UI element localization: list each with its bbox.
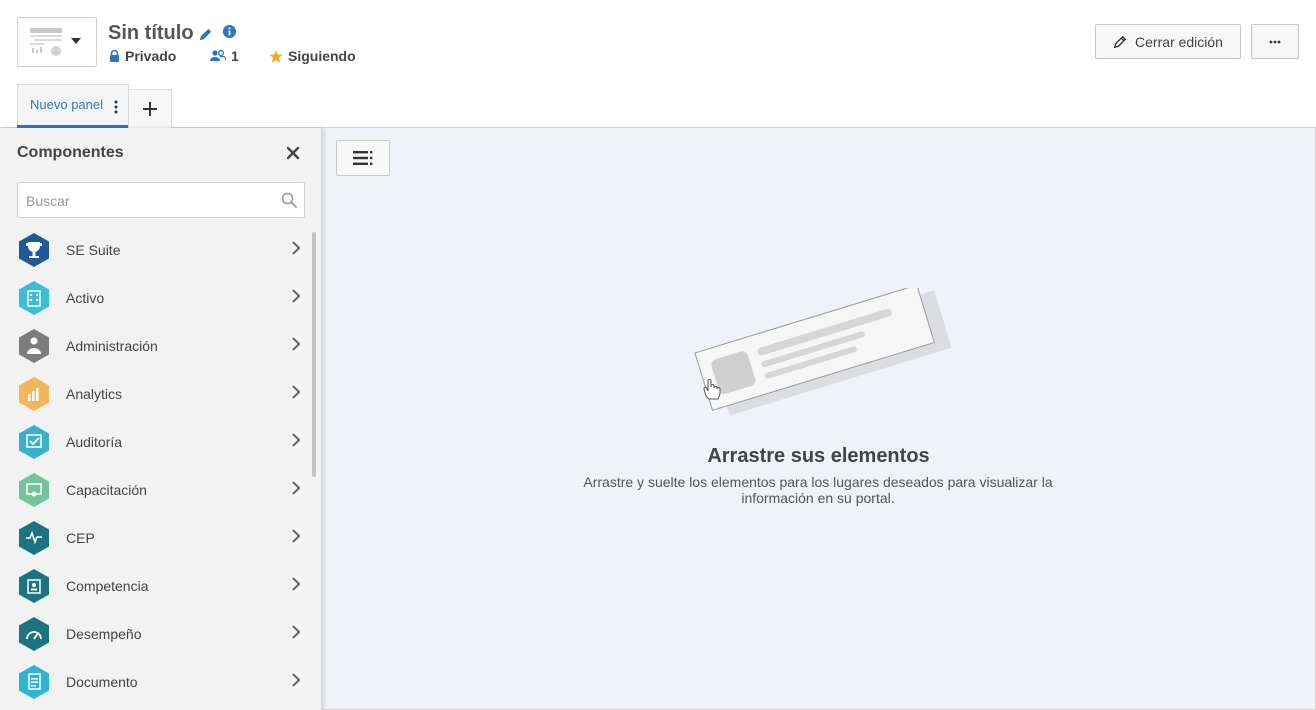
portal-thumbnail-button[interactable]	[17, 17, 97, 67]
members-label: 1	[231, 48, 239, 64]
close-icon[interactable]	[285, 145, 301, 161]
gauge-icon	[19, 617, 49, 651]
empty-state-title: Arrastre sus elementos	[707, 445, 930, 467]
document-icon	[19, 665, 49, 699]
chevron-right-icon	[292, 241, 301, 255]
id-badge-icon	[19, 569, 49, 603]
search-field[interactable]	[17, 182, 305, 218]
component-item[interactable]: Administración	[0, 322, 312, 370]
info-icon[interactable]	[222, 24, 237, 39]
close-edit-label: Cerrar edición	[1135, 33, 1223, 50]
audit-check-icon	[19, 425, 49, 459]
scrollbar[interactable]	[312, 232, 316, 477]
chevron-right-icon	[292, 385, 301, 399]
chevron-right-icon	[292, 289, 301, 303]
members-count[interactable]: 1	[210, 48, 239, 64]
star-icon	[269, 49, 283, 63]
component-label: Activo	[66, 290, 105, 306]
bar-chart-icon	[19, 377, 49, 411]
component-item[interactable]: Documento	[0, 658, 312, 706]
privacy-status: Privado	[109, 48, 176, 64]
components-panel: Componentes SE Suite Activo Administración…	[0, 128, 322, 710]
layout-toggle-button[interactable]	[336, 140, 390, 176]
search-input[interactable]	[26, 191, 266, 211]
chevron-right-icon	[292, 529, 301, 543]
component-item[interactable]: Analytics	[0, 370, 312, 418]
component-item[interactable]: SE Suite	[0, 226, 312, 274]
chevron-down-icon	[71, 38, 81, 44]
component-item[interactable]: Activo	[0, 274, 312, 322]
dashboard-canvas[interactable]: Arrastre sus elementos Arrastre y suelte…	[322, 128, 1315, 709]
page-title: Sin título	[108, 22, 194, 44]
tab-nuevo-panel[interactable]: Nuevo panel	[17, 84, 129, 128]
chevron-right-icon	[292, 673, 301, 687]
components-list: SE Suite Activo Administración Analytics Aud…	[0, 226, 312, 706]
tab-label: Nuevo panel	[30, 97, 103, 112]
search-icon[interactable]	[281, 192, 297, 208]
component-label: SE Suite	[66, 242, 121, 258]
more-options-button[interactable]	[1251, 24, 1299, 59]
trophy-icon	[19, 233, 49, 267]
lock-icon	[110, 50, 119, 62]
components-panel-title: Componentes	[17, 144, 124, 161]
component-label: Auditoría	[66, 434, 123, 450]
drag-drop-illustration	[694, 288, 952, 416]
pencil-icon[interactable]	[198, 27, 213, 42]
component-label: Administración	[66, 338, 158, 354]
privacy-label: Privado	[125, 48, 177, 64]
list-layout-icon	[353, 151, 373, 165]
following-status[interactable]: Siguiendo	[269, 48, 356, 64]
portal-thumbnail-icon	[30, 28, 62, 56]
component-label: Competencia	[66, 578, 149, 594]
add-tab-button[interactable]	[128, 89, 172, 128]
vertical-ellipsis-icon[interactable]	[114, 100, 118, 114]
chevron-right-icon	[292, 481, 301, 495]
following-label: Siguiendo	[288, 48, 356, 64]
certificate-icon	[19, 473, 49, 507]
component-label: Analytics	[66, 386, 123, 402]
component-label: Capacitación	[66, 482, 147, 498]
portal-header: Sin título Privado 1 Siguiendo Cerrar ed…	[0, 0, 1316, 128]
chevron-right-icon	[292, 577, 301, 591]
component-item[interactable]: Capacitación	[0, 466, 312, 514]
close-edit-button[interactable]: Cerrar edición	[1095, 24, 1241, 59]
pencil-icon	[1113, 35, 1127, 48]
pulse-icon	[19, 521, 49, 555]
component-label: Documento	[66, 674, 138, 690]
component-item[interactable]: Competencia	[0, 562, 312, 610]
building-icon	[19, 281, 49, 315]
plus-icon	[143, 102, 157, 116]
component-label: Desempeño	[66, 626, 142, 642]
chevron-right-icon	[292, 337, 301, 351]
empty-state-description: Arrastre y suelte los elementos para los…	[583, 474, 1053, 506]
admin-user-icon	[19, 329, 49, 363]
users-icon	[210, 50, 226, 61]
component-label: CEP	[66, 530, 95, 546]
component-item[interactable]: CEP	[0, 514, 312, 562]
component-item[interactable]: Auditoría	[0, 418, 312, 466]
chevron-right-icon	[292, 625, 301, 639]
ellipsis-icon	[1269, 40, 1281, 43]
component-item[interactable]: Desempeño	[0, 610, 312, 658]
chevron-right-icon	[292, 433, 301, 447]
